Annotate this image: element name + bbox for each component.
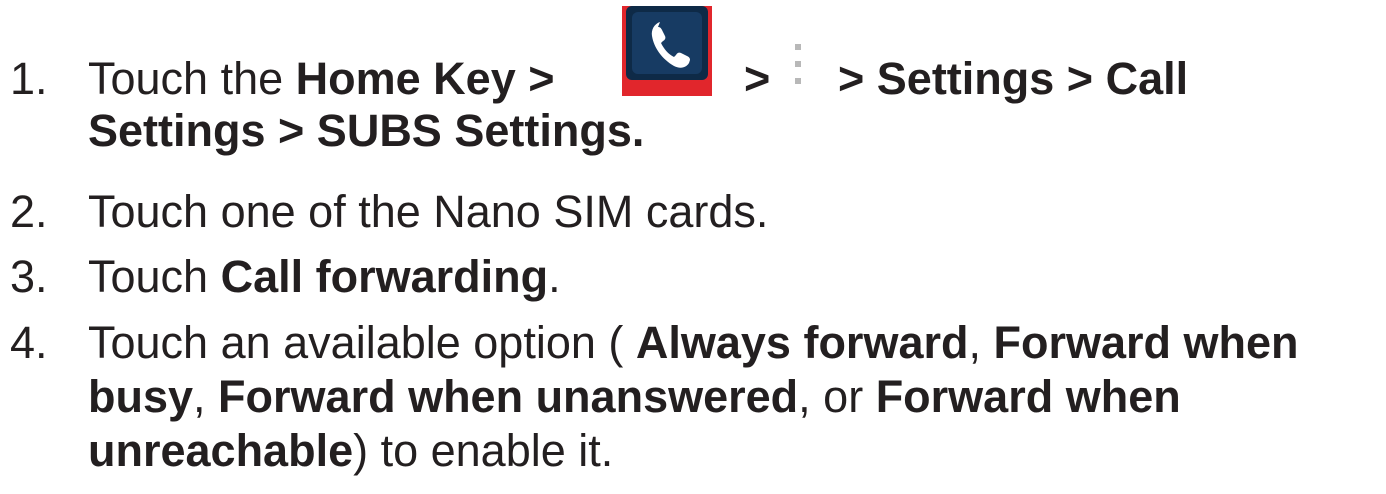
overflow-menu-icon	[795, 44, 801, 84]
option-forward-when-unanswered: Forward when unanswered	[218, 371, 799, 422]
step-2-number: 2.	[10, 186, 48, 237]
step-4-separator-3: , or	[798, 371, 876, 422]
step-3-end: .	[548, 251, 561, 302]
home-key-label: Home Key >	[295, 53, 555, 104]
step-3-number: 3.	[10, 251, 48, 302]
phone-app-icon	[622, 6, 712, 96]
step-4-separator-1: ,	[968, 317, 994, 368]
option-always-forward: Always forward	[635, 317, 969, 368]
step-1-line-2: Settings > SUBS Settings.	[88, 104, 644, 158]
step-1-text: Touch the Home Key > > > Settings > Call…	[88, 52, 1378, 156]
step-1-number: 1.	[10, 53, 48, 104]
instruction-steps: 1. Touch the Home Key > > > Settings > C…	[0, 0, 1386, 494]
step-4-touch: Touch an available option (	[88, 317, 636, 368]
step-4-end: ) to enable it.	[353, 425, 614, 476]
step-4-number: 4.	[10, 317, 48, 368]
step-3-text: Touch Call forwarding.	[88, 250, 1378, 304]
step-1-touch: Touch the	[88, 53, 296, 104]
step-1-arrow: >	[744, 53, 771, 104]
step-3-touch: Touch	[88, 251, 221, 302]
step-4-text: Touch an available option ( Always forwa…	[88, 316, 1380, 478]
settings-call-label: > Settings > Call	[838, 53, 1189, 104]
subs-settings-label: Settings > SUBS Settings.	[88, 105, 645, 156]
step-2-text: Touch one of the Nano SIM cards.	[88, 186, 769, 237]
step-4-separator-2: ,	[193, 371, 219, 422]
call-forwarding-label: Call forwarding	[220, 251, 549, 302]
